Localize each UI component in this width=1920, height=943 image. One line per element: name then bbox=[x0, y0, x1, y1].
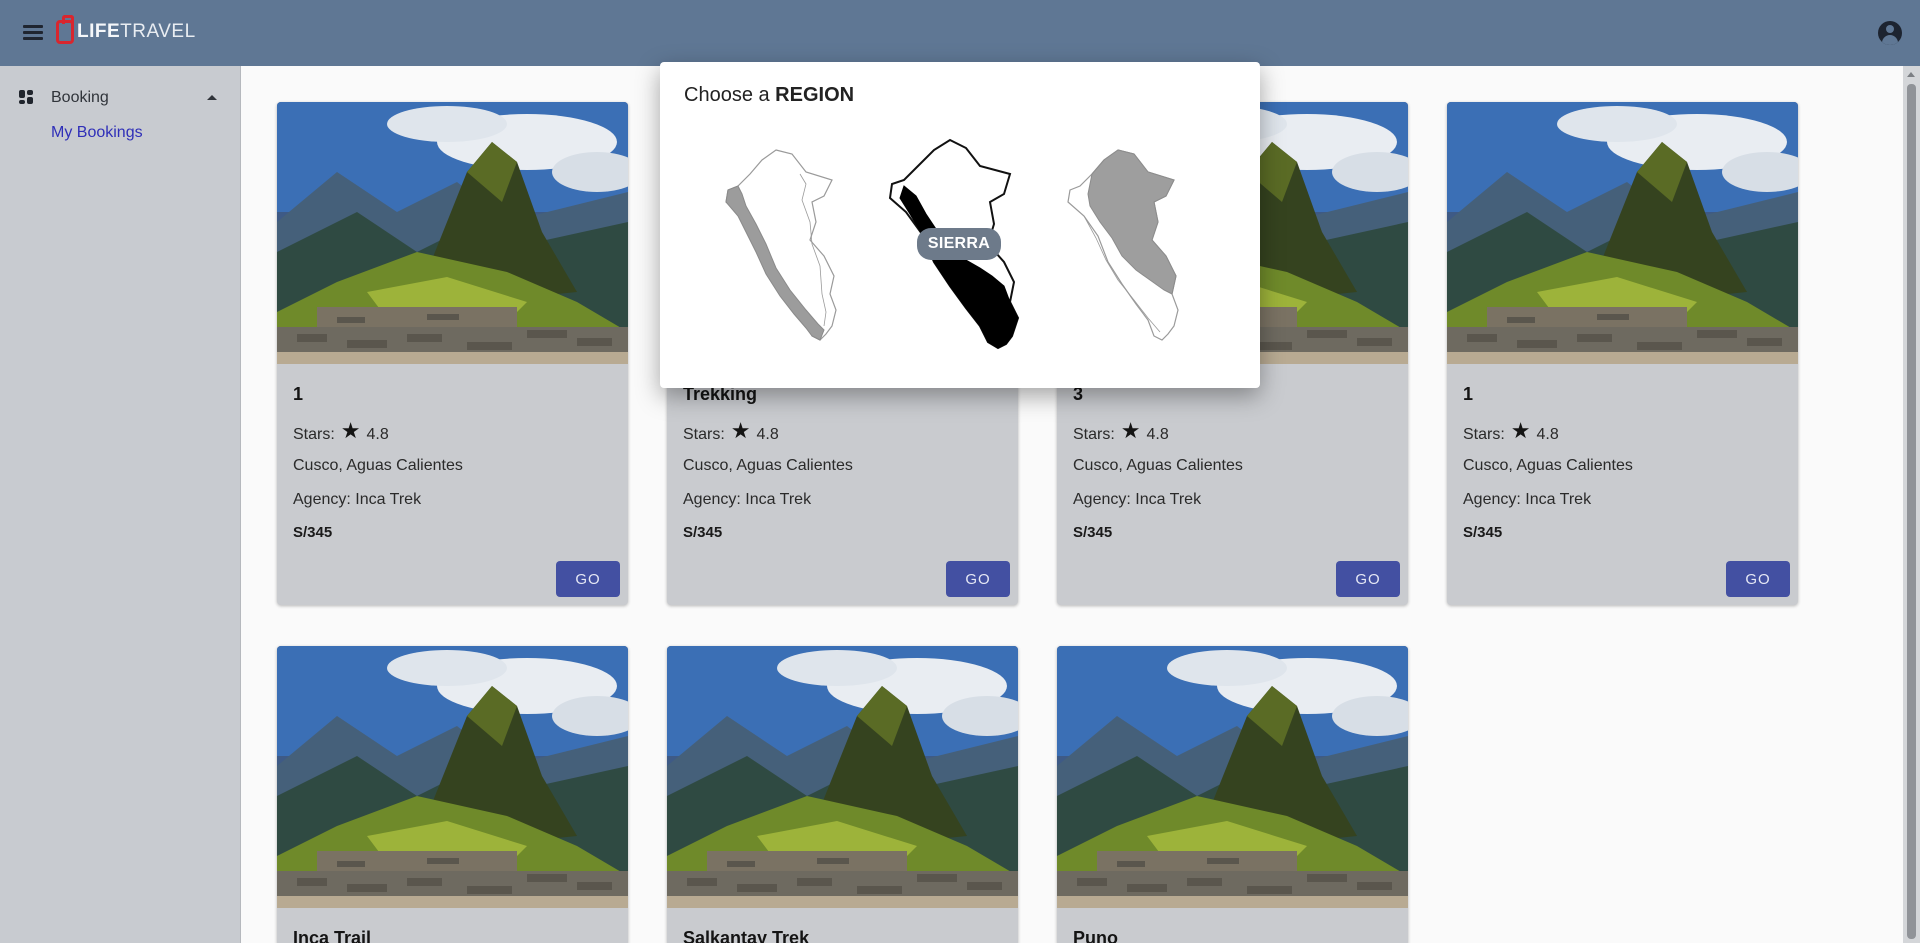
rating-value: 4.8 bbox=[756, 426, 779, 443]
card-price: S/345 bbox=[683, 524, 723, 541]
sidebar-item-my-bookings[interactable]: My Bookings bbox=[51, 124, 143, 142]
tour-photo bbox=[277, 102, 628, 364]
logo-text: LIFETRAVEL bbox=[77, 21, 196, 42]
rating-value: 4.8 bbox=[366, 426, 389, 443]
booking-icon bbox=[19, 90, 33, 104]
region-map-selva[interactable] bbox=[1056, 144, 1206, 354]
scroll-thumb[interactable] bbox=[1907, 84, 1916, 939]
sidebar-item-label: Booking bbox=[51, 89, 109, 106]
star-icon: ★ bbox=[1510, 418, 1531, 443]
card-agency: Agency: Inca Trek bbox=[1073, 491, 1202, 508]
star-icon: ★ bbox=[730, 418, 751, 443]
card-agency: Agency: Inca Trek bbox=[293, 491, 422, 508]
go-button[interactable]: GO bbox=[556, 561, 620, 597]
card-location: Cusco, Aguas Calientes bbox=[1073, 457, 1243, 474]
tour-card: Puno bbox=[1057, 646, 1408, 943]
go-button[interactable]: GO bbox=[1336, 561, 1400, 597]
caret-up-icon[interactable] bbox=[207, 95, 217, 100]
dialog-title: Choose a REGION bbox=[684, 84, 855, 106]
luggage-icon bbox=[56, 15, 74, 44]
tour-photo bbox=[1447, 102, 1798, 364]
menu-icon[interactable] bbox=[20, 22, 46, 44]
card-price: S/345 bbox=[1463, 524, 1503, 541]
tour-card: Inca Trail bbox=[277, 646, 628, 943]
card-title: 1 bbox=[1463, 384, 1474, 404]
stars-label: Stars: bbox=[293, 426, 335, 443]
logo[interactable]: LIFETRAVEL bbox=[56, 15, 196, 44]
card-title: Puno bbox=[1073, 928, 1118, 943]
card-price: S/345 bbox=[1073, 524, 1113, 541]
stars-label: Stars: bbox=[683, 426, 725, 443]
star-icon: ★ bbox=[340, 418, 361, 443]
tour-card: 1 Stars: ★ 4.8 Cusco, Aguas Calientes Agen… bbox=[1447, 102, 1798, 605]
region-map-costa[interactable] bbox=[714, 144, 864, 354]
region-hover-label: SIERRA bbox=[917, 228, 1001, 260]
card-agency: Agency: Inca Trek bbox=[683, 491, 812, 508]
tour-photo bbox=[277, 646, 628, 908]
rating-value: 4.8 bbox=[1146, 426, 1169, 443]
sidebar-item-booking[interactable]: Booking bbox=[0, 76, 240, 116]
card-location: Cusco, Aguas Calientes bbox=[683, 457, 853, 474]
account-circle-icon[interactable] bbox=[1878, 21, 1902, 45]
stars-label: Stars: bbox=[1073, 426, 1115, 443]
tour-photo bbox=[667, 646, 1018, 908]
tour-card: 1 Stars: ★ 4.8 Cusco, Aguas Calientes Agen… bbox=[277, 102, 628, 605]
card-price: S/345 bbox=[293, 524, 333, 541]
tour-photo bbox=[1057, 646, 1408, 908]
card-agency: Agency: Inca Trek bbox=[1463, 491, 1592, 508]
rating-value: 4.8 bbox=[1536, 426, 1559, 443]
sidebar: Booking My Bookings bbox=[0, 66, 241, 943]
region-dialog: Choose a REGION SIERRA bbox=[660, 62, 1260, 388]
tour-card: Salkantay Trek bbox=[667, 646, 1018, 943]
card-location: Cusco, Aguas Calientes bbox=[293, 457, 463, 474]
star-icon: ★ bbox=[1120, 418, 1141, 443]
page-scrollbar[interactable] bbox=[1903, 66, 1920, 943]
card-location: Cusco, Aguas Calientes bbox=[1463, 457, 1633, 474]
card-title: 1 bbox=[293, 384, 304, 404]
card-title: Inca Trail bbox=[293, 928, 372, 943]
scroll-up-arrow-icon[interactable] bbox=[1907, 72, 1915, 77]
top-app-bar: LIFETRAVEL bbox=[0, 0, 1920, 66]
go-button[interactable]: GO bbox=[946, 561, 1010, 597]
card-title: Salkantay Trek bbox=[683, 928, 810, 943]
stars-label: Stars: bbox=[1463, 426, 1505, 443]
go-button[interactable]: GO bbox=[1726, 561, 1790, 597]
